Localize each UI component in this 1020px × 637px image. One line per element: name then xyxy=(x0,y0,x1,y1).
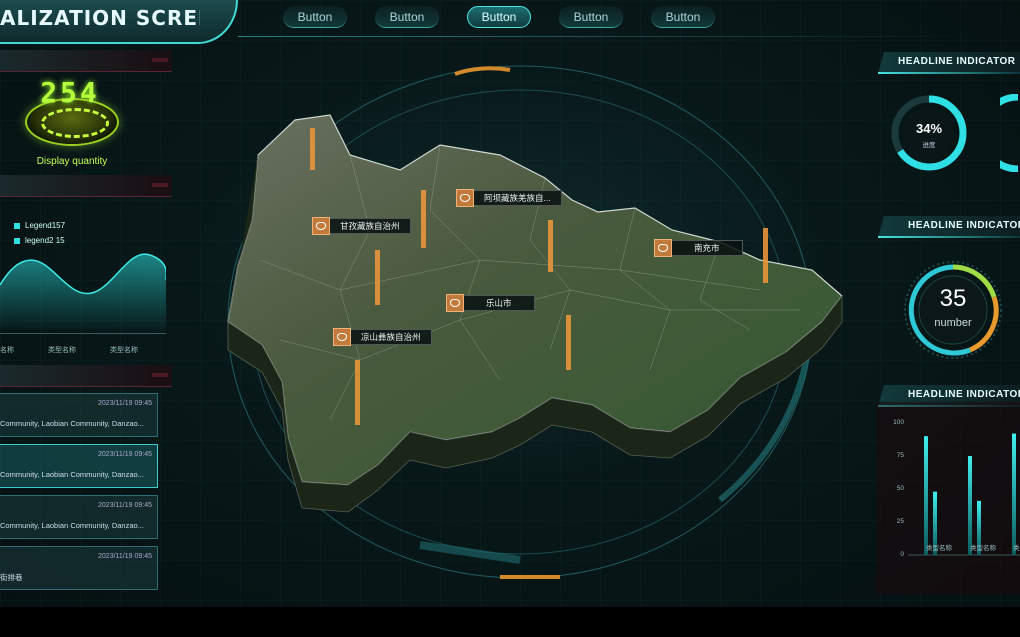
y-tick-label: 75 xyxy=(896,452,904,459)
map-label-ganzi[interactable]: 甘孜藏族自治州 xyxy=(312,217,411,235)
bar-x-label: 类 xyxy=(1013,545,1020,552)
map-label-aba[interactable]: 阿坝藏族羌族自... xyxy=(456,189,562,207)
map-label-text: 乐山市 xyxy=(464,295,535,311)
dashboard-screen: ALIZATION SCREEN Button Button Button Bu… xyxy=(0,0,1020,607)
gauge-label: 进度 xyxy=(922,142,936,149)
number-gauge-value: 35 xyxy=(939,285,967,312)
location-pin-icon xyxy=(446,294,464,312)
headline-title: HEADLINE INDICATOR xyxy=(908,220,1020,231)
map-label-liangshan[interactable]: 凉山彝族自治州 xyxy=(333,328,432,346)
y-tick-label: 50 xyxy=(896,485,904,492)
map-label-leshan[interactable]: 乐山市 xyxy=(446,294,535,312)
map-label-nanchong[interactable]: 南充市 xyxy=(654,239,743,257)
location-pin-icon xyxy=(654,239,672,257)
location-pin-icon xyxy=(333,328,351,346)
location-pin-icon xyxy=(456,189,474,207)
bar-x-label: 类型名称 xyxy=(926,545,952,552)
bottom-bar xyxy=(0,607,1020,637)
bar-chart xyxy=(908,433,1020,556)
bar-1-3 xyxy=(1012,433,1016,555)
headline-title: HEADLINE INDICATOR xyxy=(908,389,1020,400)
y-tick-label: 100 xyxy=(893,419,904,426)
partial-gauge xyxy=(1000,94,1019,172)
map-label-text: 阿坝藏族羌族自... xyxy=(474,190,562,206)
number-gauge-label: number xyxy=(934,317,972,329)
terrain-map[interactable] xyxy=(200,60,860,590)
bar-x-label: 类型名称 xyxy=(970,545,996,552)
headline-header-2: HEADLINE INDICATOR xyxy=(878,216,1020,238)
headline-title: HEADLINE INDICATOR xyxy=(898,56,1016,67)
y-tick-label: 25 xyxy=(896,518,904,525)
map-label-text: 甘孜藏族自治州 xyxy=(330,218,411,234)
headline-header-1: HEADLINE INDICATOR xyxy=(878,52,1020,74)
bar-1-2 xyxy=(968,456,972,555)
y-tick-label: 0 xyxy=(900,551,904,558)
map-label-text: 南充市 xyxy=(672,240,743,256)
bar-1-1 xyxy=(924,436,928,555)
map-label-text: 凉山彝族自治州 xyxy=(351,329,432,345)
gauge-value: 34% xyxy=(915,121,943,136)
location-pin-icon xyxy=(312,217,330,235)
